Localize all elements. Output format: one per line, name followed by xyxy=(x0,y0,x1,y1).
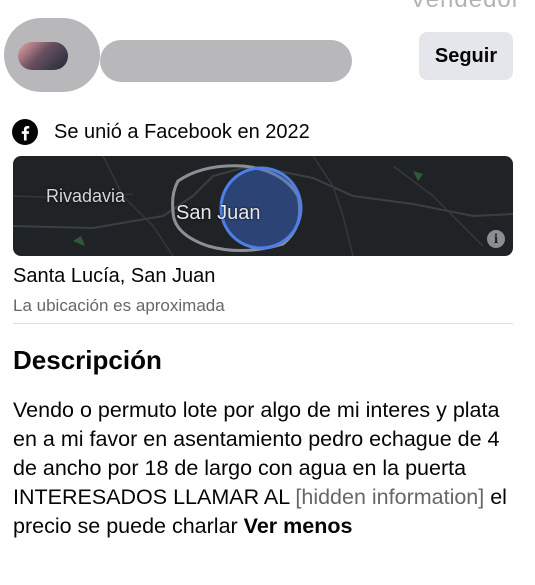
map-label-rivadavia: Rivadavia xyxy=(46,186,126,206)
follow-button[interactable]: Seguir xyxy=(419,32,513,80)
seller-row: Seguir xyxy=(0,16,535,96)
see-less-link[interactable]: Ver menos xyxy=(244,514,353,538)
avatar-photo xyxy=(18,42,68,70)
location-approx-note: La ubicación es aproximada xyxy=(13,296,225,315)
hidden-information: [hidden information] xyxy=(295,485,485,509)
divider xyxy=(13,323,513,324)
header-cutoff-text: Vendedor xyxy=(410,0,521,14)
description-text: Vendo o permuto lote por algo de mi inte… xyxy=(13,396,523,541)
description-heading: Descripción xyxy=(13,345,162,375)
map-label-san-juan: San Juan xyxy=(176,202,261,224)
avatar[interactable] xyxy=(4,18,100,92)
seller-name-redacted xyxy=(100,40,352,82)
location-map[interactable]: Rivadavia San Juan i xyxy=(13,156,513,256)
joined-facebook-row: Se unió a Facebook en 2022 xyxy=(12,118,310,146)
joined-text: Se unió a Facebook en 2022 xyxy=(54,120,310,143)
facebook-icon xyxy=(12,119,38,145)
location-title: Santa Lucía, San Juan xyxy=(13,265,216,287)
follow-button-label: Seguir xyxy=(434,44,498,67)
map-info-icon[interactable]: i xyxy=(487,230,505,248)
